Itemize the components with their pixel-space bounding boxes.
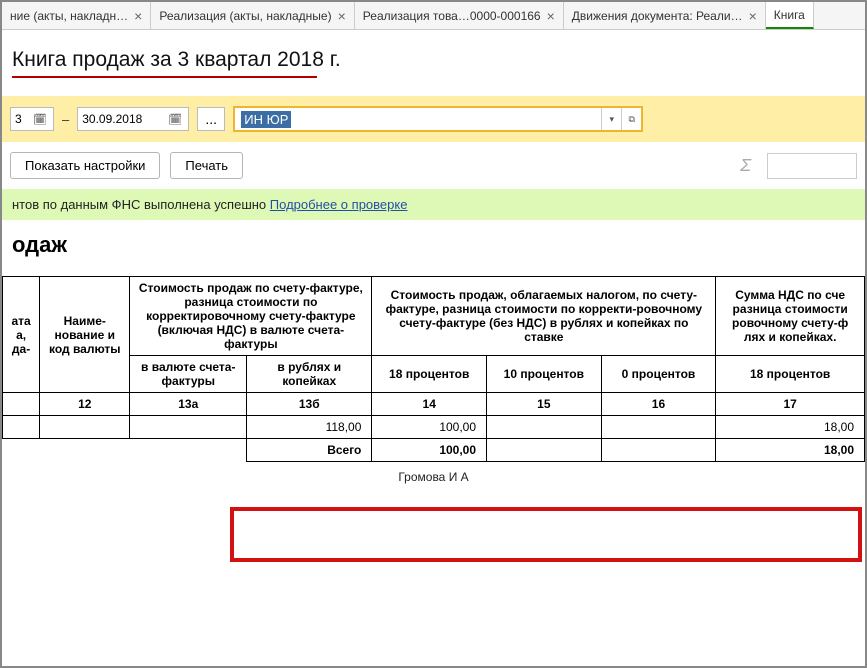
colnum-16: 16 <box>601 393 716 416</box>
highlight-box <box>230 507 862 562</box>
colnum-12: 12 <box>40 393 130 416</box>
date-from-input[interactable] <box>15 112 27 126</box>
tab-label: Реализация (акты, накладные) <box>159 9 331 23</box>
tab-3[interactable]: Реализация това…0000-000166 × <box>355 2 564 29</box>
org-select[interactable]: ИН ЮР ▾ ⧉ <box>233 106 643 132</box>
tab-label: Книга <box>774 8 805 22</box>
colnum-13b: 13б <box>247 393 372 416</box>
th-group-cost-incl-vat: Стоимость продаж по счету-фактуре, разни… <box>130 277 372 356</box>
th-in-rubles: в рублях и копейках <box>247 356 372 393</box>
tab-1[interactable]: ние (акты, накладн… × <box>2 2 151 29</box>
org-select-value: ИН ЮР <box>241 111 291 128</box>
table-row: 118,00 100,00 18,00 <box>3 416 865 439</box>
close-icon[interactable]: × <box>547 8 555 24</box>
th-18-percent: 18 процентов <box>372 356 487 393</box>
colnum <box>3 393 40 416</box>
cell-14: 100,00 <box>372 416 487 439</box>
colnum-17: 17 <box>716 393 865 416</box>
filter-bar: 🗓 – 🗓 ... ИН ЮР ▾ ⧉ <box>2 96 865 142</box>
status-text: нтов по данным ФНС выполнена успешно <box>12 197 270 212</box>
date-to-input[interactable] <box>82 112 162 126</box>
sum-icon[interactable]: Σ <box>740 155 757 176</box>
tab-bar: ние (акты, накладн… × Реализация (акты, … <box>2 2 865 30</box>
th-vat-18-percent: 18 процентов <box>716 356 865 393</box>
print-button[interactable]: Печать <box>170 152 243 179</box>
tab-2[interactable]: Реализация (акты, накладные) × <box>151 2 354 29</box>
tab-4[interactable]: Движения документа: Реали… × <box>564 2 766 29</box>
date-to-field[interactable]: 🗓 <box>77 107 189 131</box>
cell-13b: 118,00 <box>247 416 372 439</box>
th-group-vat-sum: Сумма НДС по сче разница стоимости ровоч… <box>716 277 865 356</box>
org-select-input[interactable]: ИН ЮР <box>235 112 601 127</box>
status-ribbon: нтов по данным ФНС выполнена успешно Под… <box>2 189 865 220</box>
date-from-field[interactable]: 🗓 <box>10 107 54 131</box>
th-0-percent: 0 процентов <box>601 356 716 393</box>
total-label: Всего <box>247 439 372 462</box>
th-group-cost-excl-vat: Стоимость продаж, облагаемых налогом, по… <box>372 277 716 356</box>
search-input[interactable] <box>767 153 857 179</box>
close-icon[interactable]: × <box>338 8 346 24</box>
dash-label: – <box>62 112 69 127</box>
colnum-13a: 13а <box>130 393 247 416</box>
colnum-15: 15 <box>487 393 602 416</box>
table-total-row: Всего 100,00 18,00 <box>3 439 865 462</box>
show-settings-button[interactable]: Показать настройки <box>10 152 160 179</box>
report-heading: одаж <box>2 230 865 276</box>
status-link[interactable]: Подробнее о проверке <box>270 197 408 212</box>
page-title: Книга продаж за 3 квартал 2018 г. <box>12 48 341 72</box>
total-14: 100,00 <box>372 439 487 462</box>
action-bar: Показать настройки Печать Σ <box>2 142 865 189</box>
tab-5[interactable]: Книга <box>766 2 814 29</box>
cell-17: 18,00 <box>716 416 865 439</box>
colnum-14: 14 <box>372 393 487 416</box>
title-underline <box>12 76 317 78</box>
tab-label: Реализация това…0000-000166 <box>363 9 541 23</box>
total-17: 18,00 <box>716 439 865 462</box>
th-10-percent: 10 процентов <box>487 356 602 393</box>
calendar-icon[interactable]: 🗓 <box>31 110 49 128</box>
th-date: ата а, да- <box>3 277 40 393</box>
calendar-icon[interactable]: 🗓 <box>166 110 184 128</box>
period-picker-button[interactable]: ... <box>197 107 225 131</box>
dots-icon: ... <box>205 111 217 127</box>
tab-label: Движения документа: Реали… <box>572 9 743 23</box>
tab-label: ние (акты, накладн… <box>10 9 128 23</box>
chevron-down-icon[interactable]: ▾ <box>601 108 621 130</box>
expand-icon[interactable]: ⧉ <box>621 108 641 130</box>
th-in-currency: в валюте счета-фактуры <box>130 356 247 393</box>
close-icon[interactable]: × <box>749 8 757 24</box>
th-currency-name: Наиме-нование и код валюты <box>40 277 130 393</box>
report-footer: Громова И А <box>2 462 865 484</box>
report-table: ата а, да- Наиме-нование и код валюты Ст… <box>2 276 865 462</box>
close-icon[interactable]: × <box>134 8 142 24</box>
